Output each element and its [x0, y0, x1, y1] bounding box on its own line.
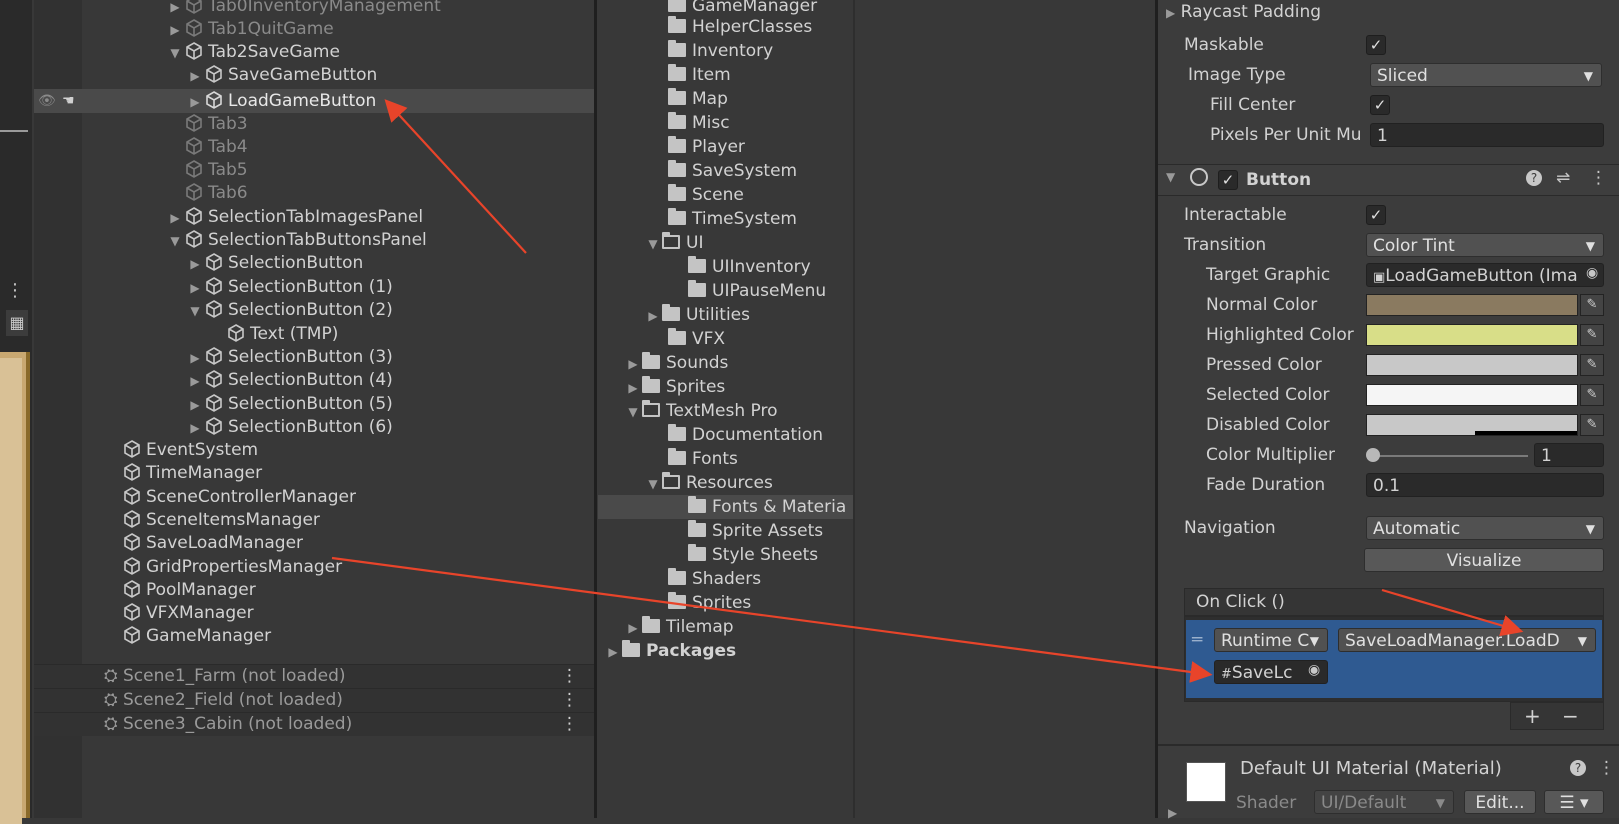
annotation-arrows	[331, 99, 1524, 683]
arrow-to-function-dropdown	[1381, 588, 1524, 637]
arrow-to-loadgamebutton	[384, 99, 527, 254]
arrow-to-object-field	[331, 556, 1213, 683]
